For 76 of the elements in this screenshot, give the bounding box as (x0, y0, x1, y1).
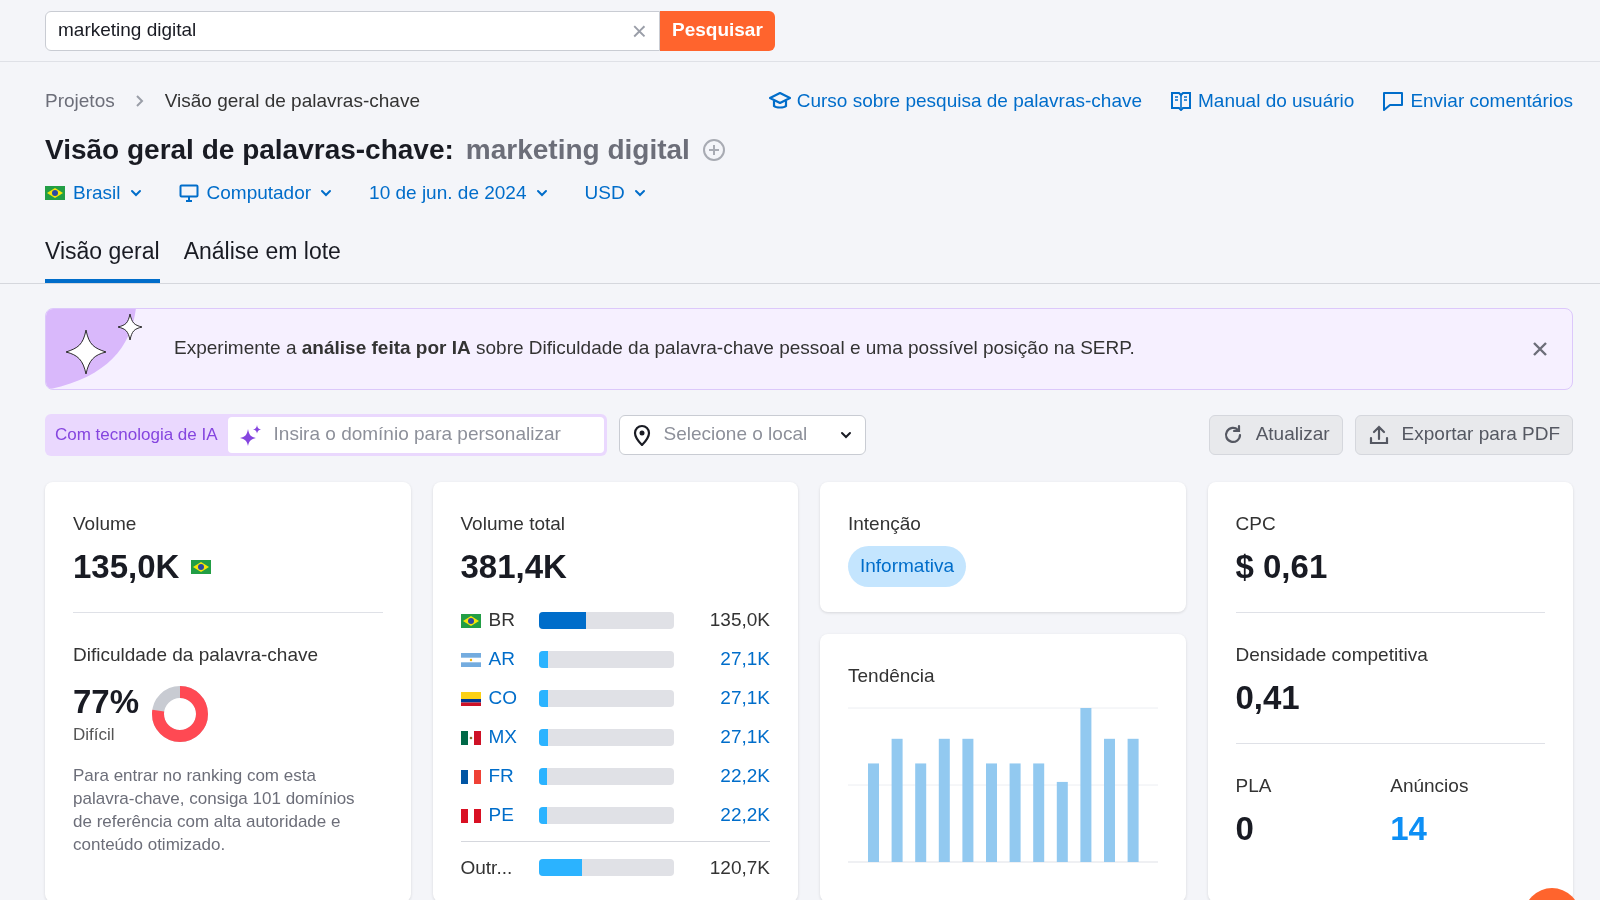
sparkle-icon (239, 423, 262, 446)
flag-icon (460, 730, 481, 745)
add-icon[interactable] (701, 138, 726, 162)
density-value: 0,41 (1235, 678, 1301, 718)
search-button[interactable]: Pesquisar (660, 10, 775, 51)
total-volume-value: 381,4K (460, 547, 568, 587)
breadcrumb[interactable]: Projetos (45, 86, 115, 116)
flag-icon (460, 613, 481, 628)
flag-icon (460, 808, 481, 823)
country-volume: 120,7K (709, 855, 770, 880)
trend-label: Tendência (848, 663, 936, 688)
ai-domain-control[interactable]: Com tecnologia de IA Insira o domínio para personalizar (45, 413, 607, 456)
density-label: Densidade competitiva (1235, 642, 1429, 667)
close-button[interactable] (1532, 340, 1548, 357)
country-code: Outr... (460, 855, 514, 880)
pla-label: PLA (1235, 773, 1273, 798)
cpc-label: CPC (1235, 511, 1277, 536)
filter-dropdown[interactable]: USD (584, 178, 647, 208)
tab[interactable]: Visão geral (45, 234, 160, 283)
chevron-right-icon (134, 94, 145, 108)
difficulty-rating: Difícil (73, 724, 116, 747)
flag-icon (45, 186, 65, 200)
graduation-cap-icon (768, 91, 791, 111)
ads-label: Anúncios (1390, 773, 1470, 798)
action-button[interactable]: Exportar para PDF (1354, 414, 1573, 455)
monitor-icon (178, 184, 199, 202)
difficulty-label: Dificuldade da palavra-chave (73, 642, 320, 667)
search-field[interactable]: marketing digital × (45, 10, 660, 51)
clear-button[interactable]: × (631, 17, 647, 44)
filter-dropdown[interactable]: Computador (178, 178, 334, 208)
ads-value[interactable]: 14 (1390, 804, 1545, 854)
total-volume-label: Volume total (460, 511, 567, 536)
country-volume[interactable]: 27,1K (720, 684, 770, 713)
close-icon (1532, 340, 1548, 357)
country-volume[interactable]: 27,1K (720, 723, 770, 752)
intent-label: Intenção (848, 511, 922, 536)
book-icon (1170, 91, 1193, 111)
search-value: marketing digital (58, 18, 198, 43)
help-link[interactable]: Curso sobre pesquisa de palavras-chave (768, 86, 1143, 116)
country-volume[interactable]: 27,1K (720, 645, 770, 674)
banner-text: Experimente a análise feita por IA sobre Dificuldade da palavra-chave pessoal e uma possível posição na SERP. (174, 336, 1135, 361)
country-volume[interactable]: 22,2K (720, 762, 770, 791)
help-link[interactable]: Enviar comentários (1382, 86, 1573, 116)
difficulty-value: 77% (73, 682, 140, 722)
pla-value: 0 (1235, 809, 1255, 849)
chat-bubble-icon (1382, 91, 1405, 111)
flag-icon (460, 769, 481, 784)
country-volume[interactable]: 22,2K (720, 801, 770, 830)
intent-badge: Informativa (848, 546, 966, 587)
help-link[interactable]: Manual do usuário (1170, 86, 1355, 116)
country-volume: 135,0K (709, 608, 770, 633)
cpc-value: $ 0,61 (1235, 547, 1329, 587)
keyword-title: marketing digital (465, 133, 690, 167)
location-dropdown[interactable]: Selecione o local (618, 414, 866, 455)
country-code[interactable]: PE (488, 801, 539, 830)
ai-label: Com tecnologia de IA (55, 423, 218, 446)
tab[interactable]: Análise em lote (183, 234, 341, 283)
filter-dropdown[interactable]: 10 de jun. de 2024 (369, 178, 549, 208)
difficulty-hint: Para entrar no ranking com esta palavra-chave, consiga 101 domínios de referência com alta autoridade e conteúdo otimizado. (73, 764, 356, 856)
volume-value: 135,0K (73, 547, 180, 587)
country-code[interactable]: CO (488, 684, 539, 713)
action-button[interactable]: Atualizar (1208, 414, 1343, 455)
country-code[interactable]: AR (488, 645, 539, 674)
location-pin-icon (631, 423, 652, 446)
volume-label: Volume (73, 511, 138, 536)
country-code[interactable]: FR (488, 762, 539, 791)
filter-dropdown[interactable]: Brasil (45, 178, 143, 208)
flag-icon (460, 652, 481, 667)
page-title: Visão geral de palavras-chave: (45, 133, 454, 167)
flag-icon (460, 691, 481, 706)
country-code[interactable]: MX (488, 723, 539, 752)
breadcrumb: Visão geral de palavras-chave (164, 88, 420, 113)
flag-icon (191, 559, 212, 574)
country-code: BR (488, 608, 516, 633)
upload-icon (1367, 423, 1390, 446)
domain-placeholder: Insira o domínio para personalizar (273, 422, 561, 447)
